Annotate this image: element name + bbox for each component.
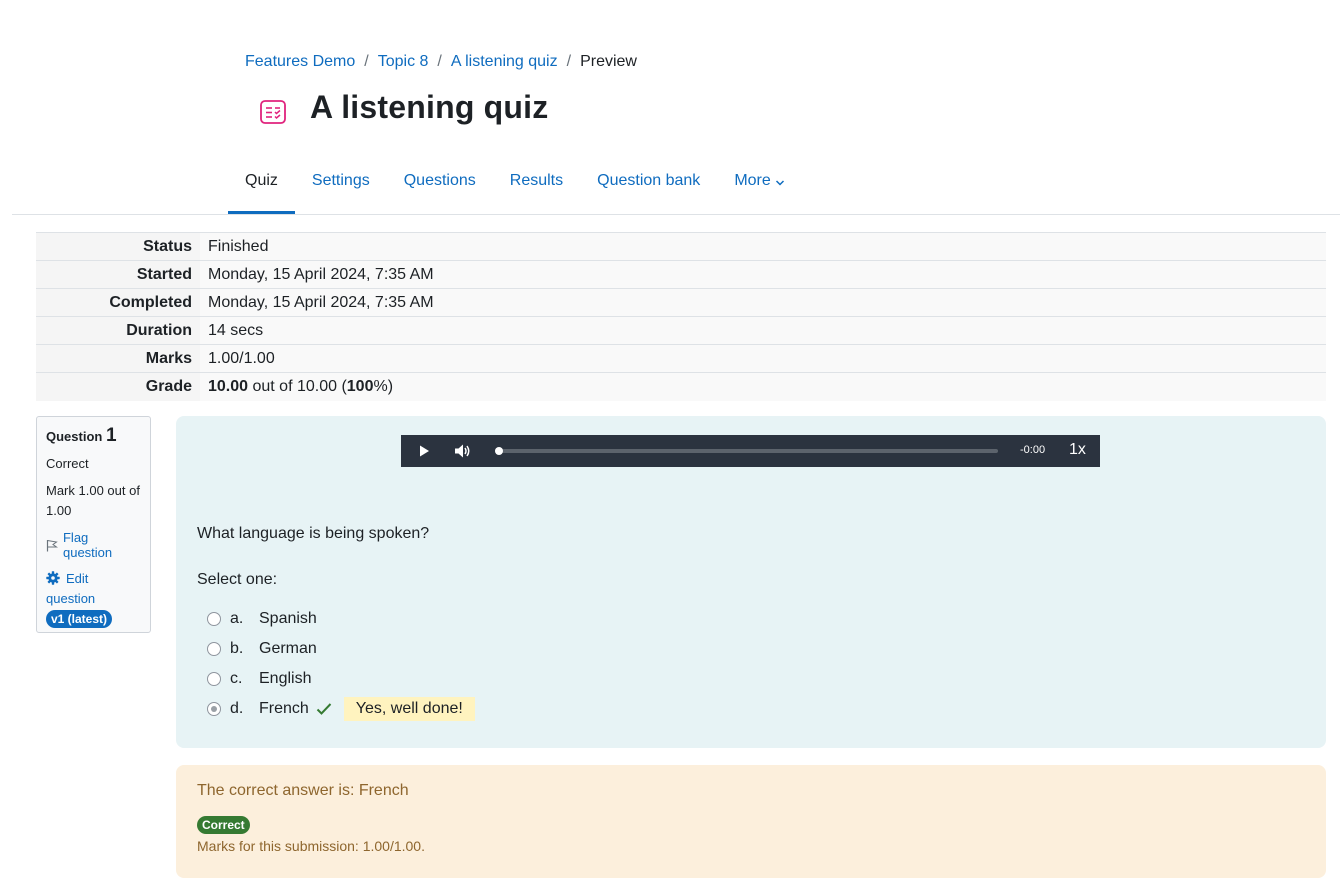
tab-questions[interactable]: Questions [387, 160, 493, 214]
option-label: German [259, 640, 317, 657]
answer-options: a. Spanish b. German c. English d. Frenc… [207, 604, 475, 724]
check-icon [316, 703, 332, 715]
row-value: Monday, 15 April 2024, 7:35 AM [200, 288, 1326, 317]
row-label: Duration [36, 316, 200, 345]
question-grade: Mark 1.00 out of 1.00 [46, 483, 140, 518]
tab-quiz[interactable]: Quiz [228, 160, 295, 214]
quiz-icon [260, 100, 286, 124]
page-header: A listening quiz [259, 88, 548, 126]
tab-results[interactable]: Results [493, 160, 580, 214]
edit-question-link[interactable]: Edit question [46, 569, 141, 609]
flag-icon [46, 539, 58, 551]
question-state: Correct [46, 456, 89, 471]
progress-handle[interactable] [495, 447, 503, 455]
answer-option: c. English [207, 664, 475, 694]
gear-icon [46, 571, 60, 585]
grade-text: out of 10.00 ( [248, 377, 347, 395]
table-row: Duration 14 secs [36, 316, 1326, 345]
attempt-summary-table: Status Finished Started Monday, 15 April… [36, 232, 1326, 401]
row-value: 10.00 out of 10.00 (100%) [200, 372, 1326, 401]
audio-player: -0:00 1x [401, 435, 1100, 467]
row-value: Finished [200, 232, 1326, 261]
table-row: Marks 1.00/1.00 [36, 344, 1326, 373]
grade-score: 10.00 [208, 377, 249, 395]
grade-percent: 100 [346, 377, 374, 395]
option-letter: d. [230, 700, 244, 717]
radio-button[interactable] [207, 672, 221, 686]
volume-icon[interactable] [454, 443, 472, 459]
option-label: English [259, 670, 312, 687]
breadcrumb-separator: / [566, 53, 572, 70]
row-label: Grade [36, 372, 200, 401]
submission-marks: Marks for this submission: 1.00/1.00. [197, 838, 425, 854]
page-title: A listening quiz [310, 88, 549, 125]
table-row: Started Monday, 15 April 2024, 7:35 AM [36, 260, 1326, 289]
radio-button[interactable] [207, 642, 221, 656]
correct-badge: Correct [197, 816, 250, 834]
play-icon[interactable] [418, 444, 430, 458]
breadcrumb-item-topic[interactable]: Topic 8 [378, 53, 429, 71]
row-value: 1.00/1.00 [200, 344, 1326, 373]
answer-option: d. French Yes, well done! [207, 694, 475, 724]
flag-question-label: Flag question [62, 530, 113, 560]
question-outcome: The correct answer is: French Correct Ma… [176, 765, 1326, 878]
answer-prompt: Select one: [197, 571, 278, 588]
row-label: Completed [36, 288, 200, 317]
grade-text: %) [373, 377, 394, 395]
flag-question-link[interactable]: Flag question [46, 530, 141, 560]
secondary-navigation: Quiz Settings Questions Results Question… [228, 160, 802, 214]
question-label: Question [46, 429, 103, 444]
question-text: What language is being spoken? [197, 525, 430, 542]
tab-label: Results [509, 172, 564, 189]
option-letter: a. [230, 610, 244, 627]
option-label: French [259, 700, 309, 717]
option-letter: c. [230, 670, 243, 687]
correct-answer-text: The correct answer is: French [197, 782, 409, 799]
tab-more[interactable]: More [717, 160, 801, 214]
row-label: Marks [36, 344, 200, 373]
table-row: Grade 10.00 out of 10.00 (100%) [36, 372, 1326, 401]
question-number-value: 1 [105, 425, 117, 446]
tab-settings[interactable]: Settings [295, 160, 387, 214]
chevron-down-icon [775, 180, 784, 186]
radio-button[interactable] [207, 612, 221, 626]
breadcrumb: Features Demo / Topic 8 / A listening qu… [245, 53, 637, 71]
answer-option: a. Spanish [207, 604, 475, 634]
breadcrumb-current: Preview [580, 53, 637, 70]
tab-label: Question bank [597, 172, 701, 189]
breadcrumb-separator: / [437, 53, 442, 70]
question-content: -0:00 1x What language is being spoken? … [176, 416, 1326, 748]
tab-label: Questions [403, 172, 476, 189]
row-value: Monday, 15 April 2024, 7:35 AM [200, 260, 1326, 289]
option-letter: b. [230, 640, 244, 657]
row-label: Status [36, 232, 200, 261]
tab-label: Settings [311, 172, 370, 189]
tab-label: Quiz [245, 172, 278, 189]
answer-option: b. German [207, 634, 475, 664]
row-label: Started [36, 260, 200, 289]
progress-bar[interactable] [495, 449, 998, 453]
breadcrumb-item-course[interactable]: Features Demo [245, 53, 355, 71]
radio-button-selected[interactable] [207, 702, 221, 716]
row-value: 14 secs [200, 316, 1326, 345]
question-info: Question 1 Correct Mark 1.00 out of 1.00… [36, 416, 151, 633]
time-remaining: -0:00 [1020, 444, 1046, 456]
table-row: Completed Monday, 15 April 2024, 7:35 AM [36, 288, 1326, 317]
playback-rate-button[interactable]: 1x [1069, 441, 1086, 459]
divider [12, 214, 1340, 215]
question-number: Question 1 [46, 425, 141, 447]
table-row: Status Finished [36, 232, 1326, 261]
tab-question-bank[interactable]: Question bank [580, 160, 717, 214]
breadcrumb-separator: / [364, 53, 369, 70]
answer-feedback: Yes, well done! [343, 697, 475, 721]
breadcrumb-item-quiz[interactable]: A listening quiz [451, 53, 558, 71]
version-badge: v1 (latest) [46, 610, 113, 628]
tab-label: More [734, 172, 771, 189]
option-label: Spanish [259, 610, 317, 627]
